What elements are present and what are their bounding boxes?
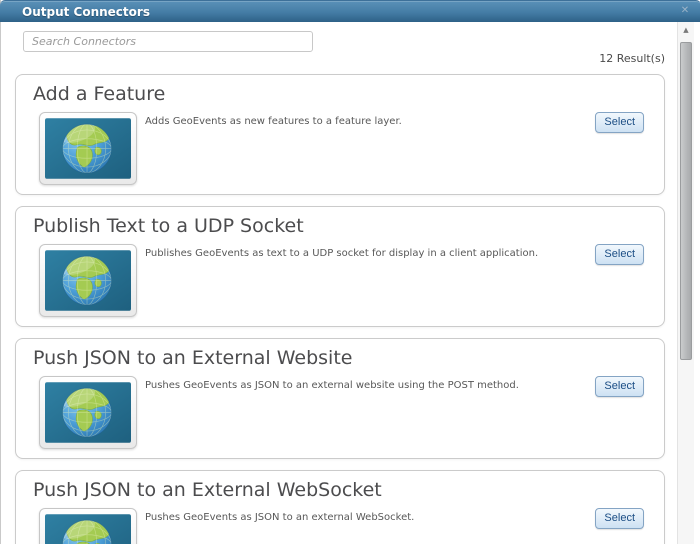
scroll-up-arrow-icon[interactable]: ▲ bbox=[678, 22, 694, 38]
connector-title: Push JSON to an External Website bbox=[33, 347, 353, 369]
select-button[interactable]: Select bbox=[595, 112, 644, 133]
connector-description: Pushes GeoEvents as JSON to an external … bbox=[145, 512, 415, 523]
connector-card-publish-text-udp: Publish Text to a UDP Socket Publishes G… bbox=[15, 206, 665, 327]
dialog-titlebar: Output Connectors ✕ bbox=[0, 0, 700, 22]
select-button[interactable]: Select bbox=[595, 376, 644, 397]
globe-thumbnail bbox=[39, 244, 137, 317]
select-button[interactable]: Select bbox=[595, 508, 644, 529]
connector-description: Publishes GeoEvents as text to a UDP soc… bbox=[145, 248, 539, 259]
dialog-title: Output Connectors bbox=[22, 5, 150, 19]
globe-thumbnail bbox=[39, 112, 137, 185]
connector-title: Add a Feature bbox=[33, 83, 166, 105]
output-connectors-dialog: Output Connectors ✕ 12 Result(s) Add a F… bbox=[0, 0, 700, 544]
connector-card-add-a-feature: Add a Feature Adds GeoEvents as new feat… bbox=[15, 74, 665, 195]
scrollbar[interactable]: ▲ bbox=[677, 22, 694, 544]
globe-thumbnail bbox=[39, 508, 137, 544]
connector-list: Add a Feature Adds GeoEvents as new feat… bbox=[15, 74, 665, 544]
globe-icon bbox=[45, 250, 131, 311]
globe-thumbnail bbox=[39, 376, 137, 449]
connector-title: Publish Text to a UDP Socket bbox=[33, 215, 304, 237]
results-count: 12 Result(s) bbox=[599, 52, 665, 65]
connector-card-push-json-website: Push JSON to an External Website Pushes … bbox=[15, 338, 665, 459]
connector-description: Pushes GeoEvents as JSON to an external … bbox=[145, 380, 519, 391]
globe-icon bbox=[45, 118, 131, 179]
globe-icon bbox=[45, 514, 131, 544]
connector-title: Push JSON to an External WebSocket bbox=[33, 479, 382, 501]
globe-icon bbox=[45, 382, 131, 443]
connector-description: Adds GeoEvents as new features to a feat… bbox=[145, 116, 402, 127]
scrollbar-thumb[interactable] bbox=[680, 42, 692, 360]
search-input[interactable] bbox=[23, 31, 313, 52]
close-icon[interactable]: ✕ bbox=[678, 4, 692, 18]
connector-card-push-json-websocket: Push JSON to an External WebSocket Pushe… bbox=[15, 470, 665, 544]
select-button[interactable]: Select bbox=[595, 244, 644, 265]
